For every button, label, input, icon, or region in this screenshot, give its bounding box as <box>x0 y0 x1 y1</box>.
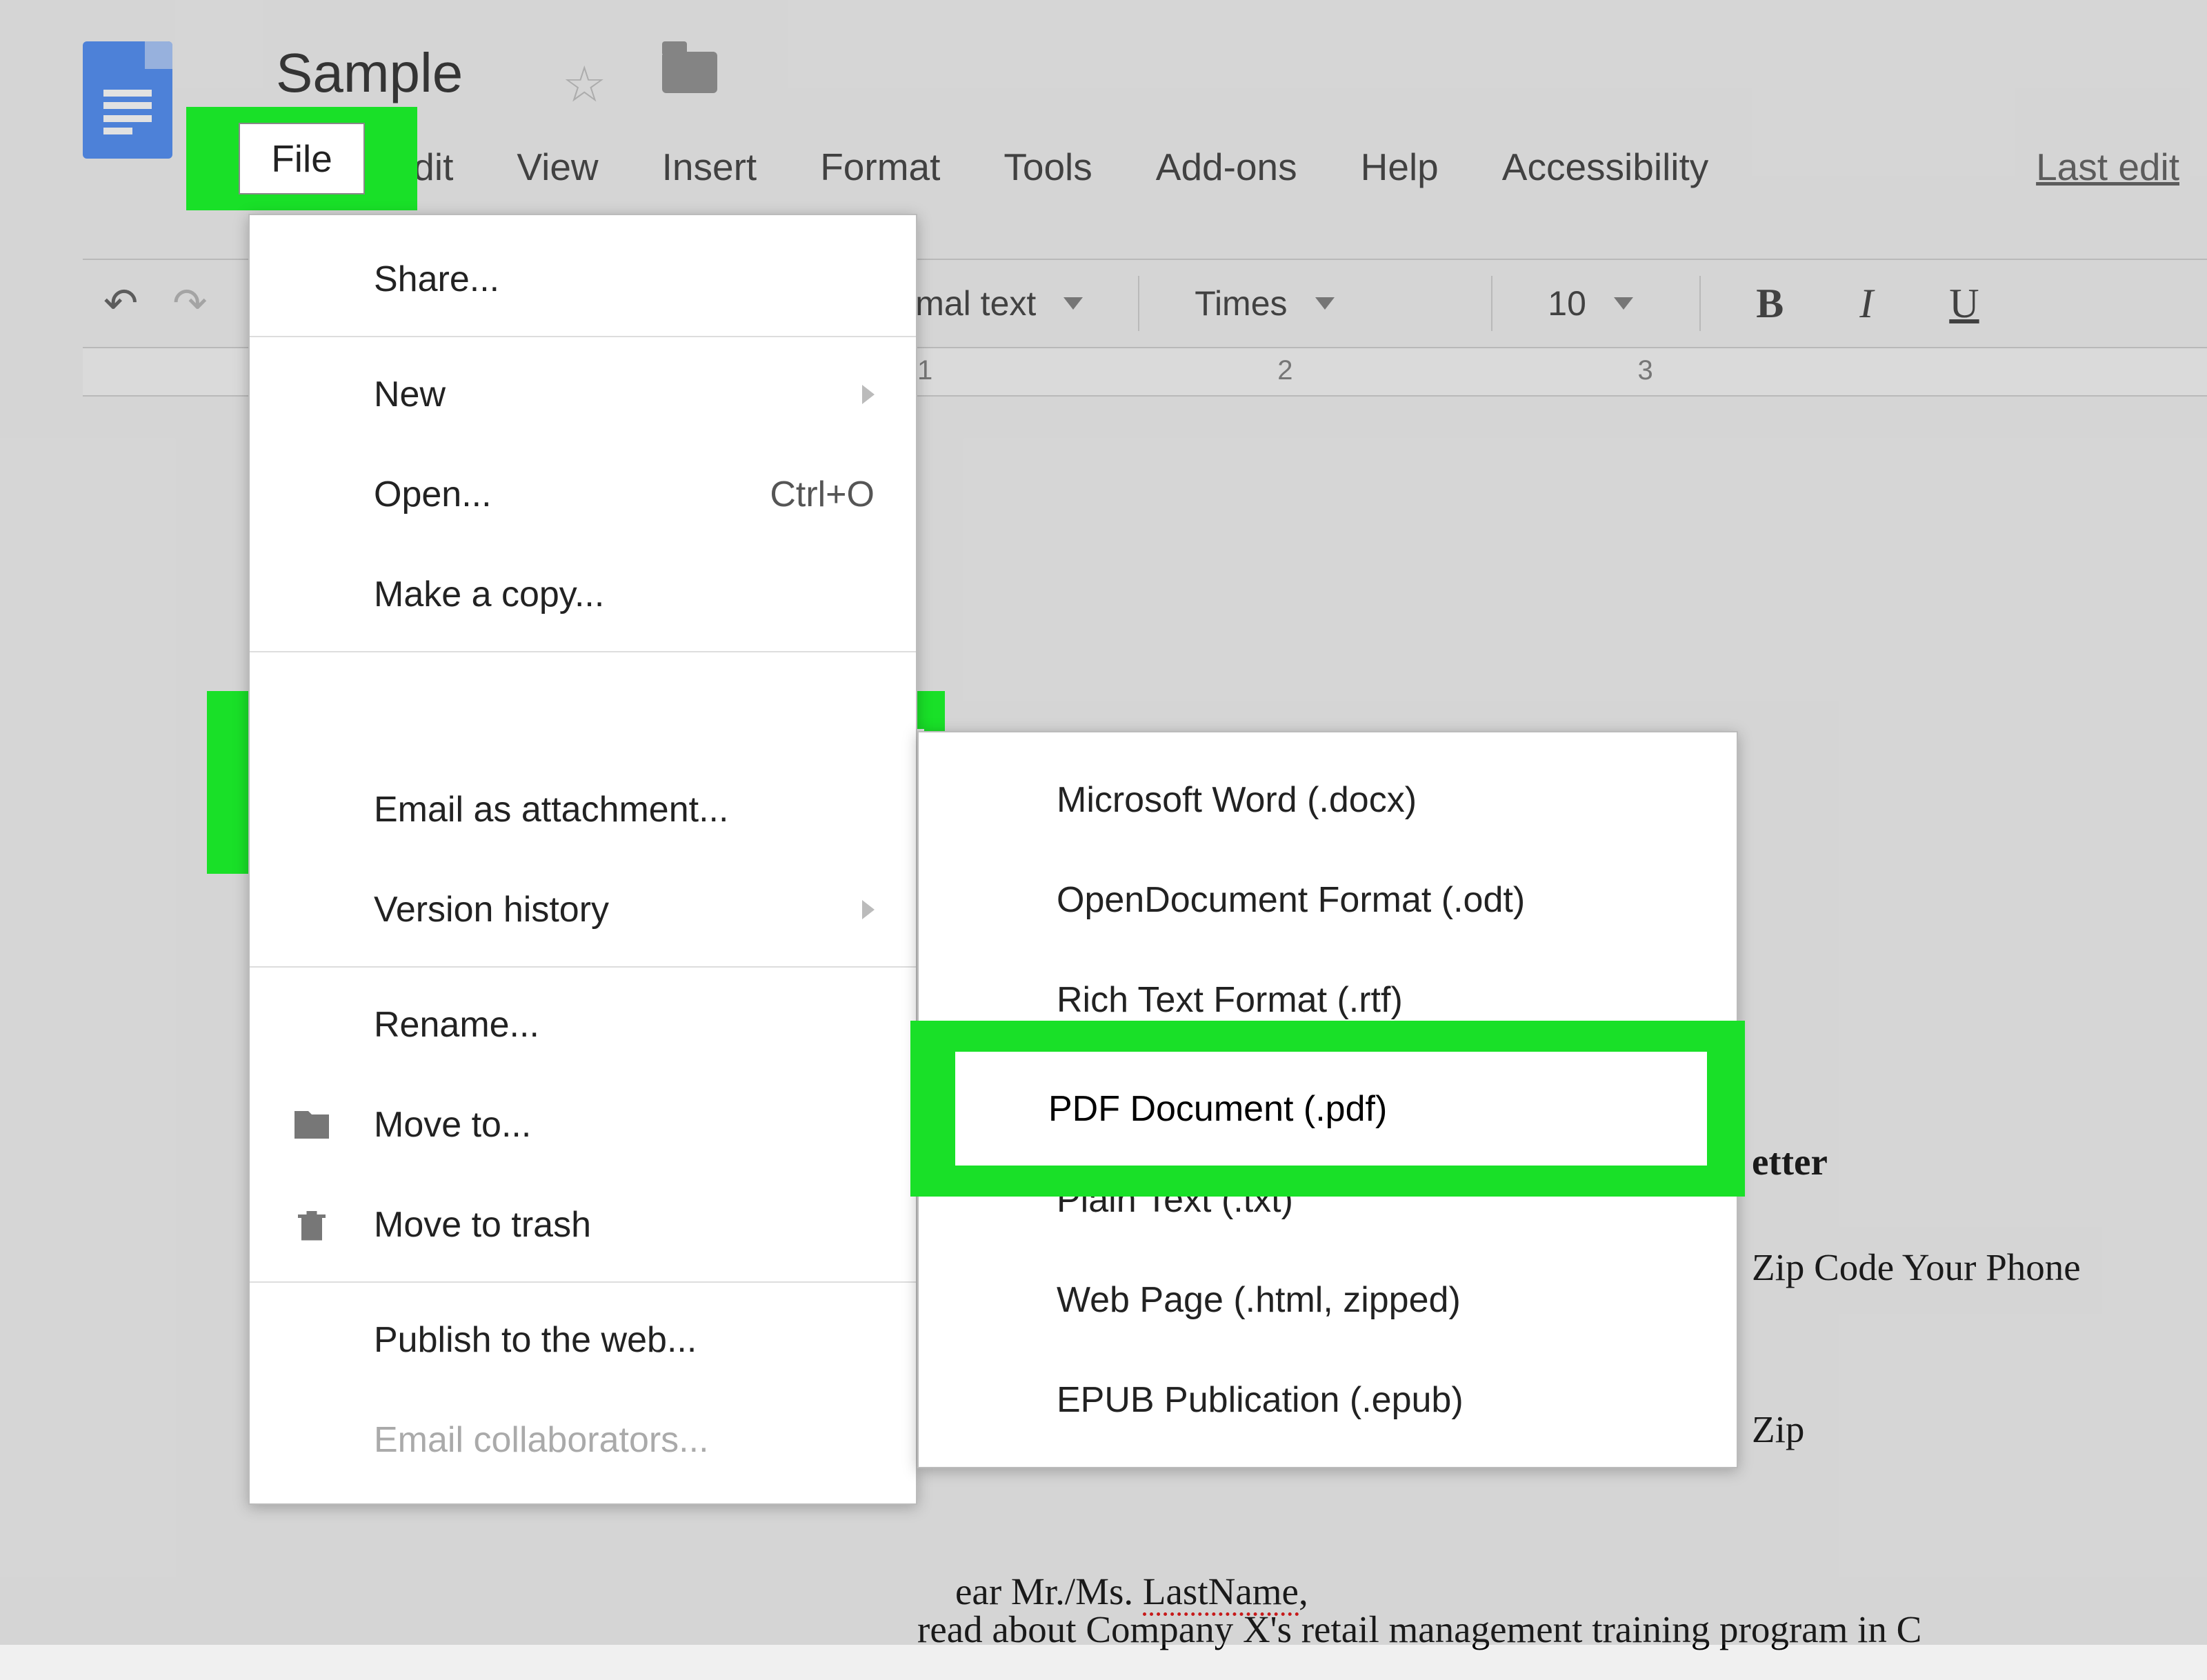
submenu-item-label: PDF Document (.pdf) <box>1048 1088 1387 1130</box>
font-family-dropdown[interactable]: Times <box>1174 283 1457 323</box>
menu-item-label: Move to... <box>374 1104 531 1146</box>
redo-icon[interactable]: ↷ <box>172 279 207 328</box>
menu-divider <box>250 651 916 652</box>
menu-shortcut: Ctrl+O <box>770 474 875 515</box>
font-family-value: Times <box>1195 283 1287 323</box>
underline-button[interactable]: U <box>1928 280 1999 328</box>
trash-icon <box>291 1204 332 1246</box>
menu-item-label: Rename... <box>374 1004 539 1046</box>
submenu-arrow-icon <box>862 900 875 919</box>
doc-text: Zip <box>1752 1400 1804 1459</box>
star-icon[interactable]: ☆ <box>562 55 607 113</box>
menu-insert[interactable]: Insert <box>654 138 766 196</box>
menu-tools[interactable]: Tools <box>995 138 1100 196</box>
submenu-item-html[interactable]: Web Page (.html, zipped) <box>919 1250 1737 1350</box>
menu-item-rename[interactable]: Rename... <box>250 974 916 1074</box>
ruler-mark: 1 <box>917 355 932 386</box>
menu-item-label: Make a copy... <box>374 574 604 615</box>
submenu-item-label: OpenDocument Format (.odt) <box>1057 879 1525 921</box>
submenu-item-label: Web Page (.html, zipped) <box>1057 1279 1461 1321</box>
doc-text: read about Company X's retail management… <box>917 1600 1921 1659</box>
menu-item-email-collaborators: Email collaborators... <box>250 1390 916 1490</box>
submenu-item-docx[interactable]: Microsoft Word (.docx) <box>919 750 1737 850</box>
document-title[interactable]: Sample <box>276 41 463 105</box>
menu-format[interactable]: Format <box>812 138 948 196</box>
move-folder-icon[interactable] <box>662 52 717 93</box>
ruler-mark: 3 <box>1638 355 1653 386</box>
chevron-down-icon <box>1315 297 1335 310</box>
menu-item-move-to-trash[interactable]: Move to trash <box>250 1174 916 1274</box>
menu-divider <box>250 966 916 968</box>
menu-item-open[interactable]: Open... Ctrl+O <box>250 444 916 544</box>
menu-item-make-copy[interactable]: Make a copy... <box>250 544 916 644</box>
submenu-item-label: Rich Text Format (.rtf) <box>1057 979 1403 1021</box>
font-size-dropdown[interactable]: 10 <box>1527 283 1665 323</box>
menu-divider <box>250 336 916 337</box>
menu-item-label: Share... <box>374 259 499 300</box>
chevron-down-icon <box>1063 297 1083 310</box>
google-docs-logo <box>83 41 172 159</box>
tutorial-highlight-file: File <box>186 107 417 210</box>
menu-item-move-to[interactable]: Move to... <box>250 1074 916 1174</box>
submenu-arrow-icon <box>862 385 875 404</box>
menu-item-email-attachment[interactable]: Email as attachment... <box>250 759 916 859</box>
menu-item-share[interactable]: Share... <box>250 229 916 329</box>
italic-button[interactable]: I <box>1839 280 1894 328</box>
ruler-mark: 2 <box>1277 355 1292 386</box>
submenu-item-pdf[interactable]: PDF Document (.pdf) <box>955 1052 1707 1166</box>
menu-accessibility[interactable]: Accessibility <box>1494 138 1717 196</box>
bold-button[interactable]: B <box>1735 280 1804 328</box>
submenu-item-label: EPUB Publication (.epub) <box>1057 1379 1464 1421</box>
submenu-item-label: Microsoft Word (.docx) <box>1057 779 1417 821</box>
menu-addons[interactable]: Add-ons <box>1148 138 1306 196</box>
submenu-item-odt[interactable]: OpenDocument Format (.odt) <box>919 850 1737 950</box>
doc-text: Zip Code Your Phone <box>1752 1238 2081 1297</box>
submenu-item-epub[interactable]: EPUB Publication (.epub) <box>919 1350 1737 1450</box>
font-size-value: 10 <box>1548 283 1586 323</box>
menu-item-new[interactable]: New <box>250 344 916 444</box>
last-edit-link[interactable]: Last edit <box>2036 145 2179 189</box>
folder-icon <box>291 1104 332 1146</box>
menu-item-label: Email as attachment... <box>374 789 728 830</box>
menu-item-label: Version history <box>374 889 609 930</box>
menu-item-publish-web[interactable]: Publish to the web... <box>250 1290 916 1390</box>
paragraph-style-value: rmal text <box>904 283 1037 323</box>
menubar: File Edit View Insert Format Tools Add-o… <box>255 138 1717 196</box>
menu-item-label: Move to trash <box>374 1204 591 1246</box>
undo-icon[interactable]: ↶ <box>103 279 138 328</box>
menu-view[interactable]: View <box>508 138 606 196</box>
menu-file[interactable]: File <box>239 123 365 194</box>
menu-item-label: Open... <box>374 474 492 515</box>
doc-heading: etter <box>1752 1132 1828 1191</box>
menu-item-label: Email collaborators... <box>374 1419 709 1461</box>
menu-item-version-history[interactable]: Version history <box>250 859 916 959</box>
menu-divider <box>250 1281 916 1283</box>
chevron-down-icon <box>1614 297 1633 310</box>
menu-item-label: Publish to the web... <box>374 1319 697 1361</box>
menu-help[interactable]: Help <box>1352 138 1447 196</box>
file-dropdown-menu: Share... New Open... Ctrl+O Make a copy.… <box>248 214 917 1505</box>
tutorial-highlight-pdf: PDF Document (.pdf) <box>910 1021 1745 1197</box>
menu-item-label: New <box>374 374 446 415</box>
